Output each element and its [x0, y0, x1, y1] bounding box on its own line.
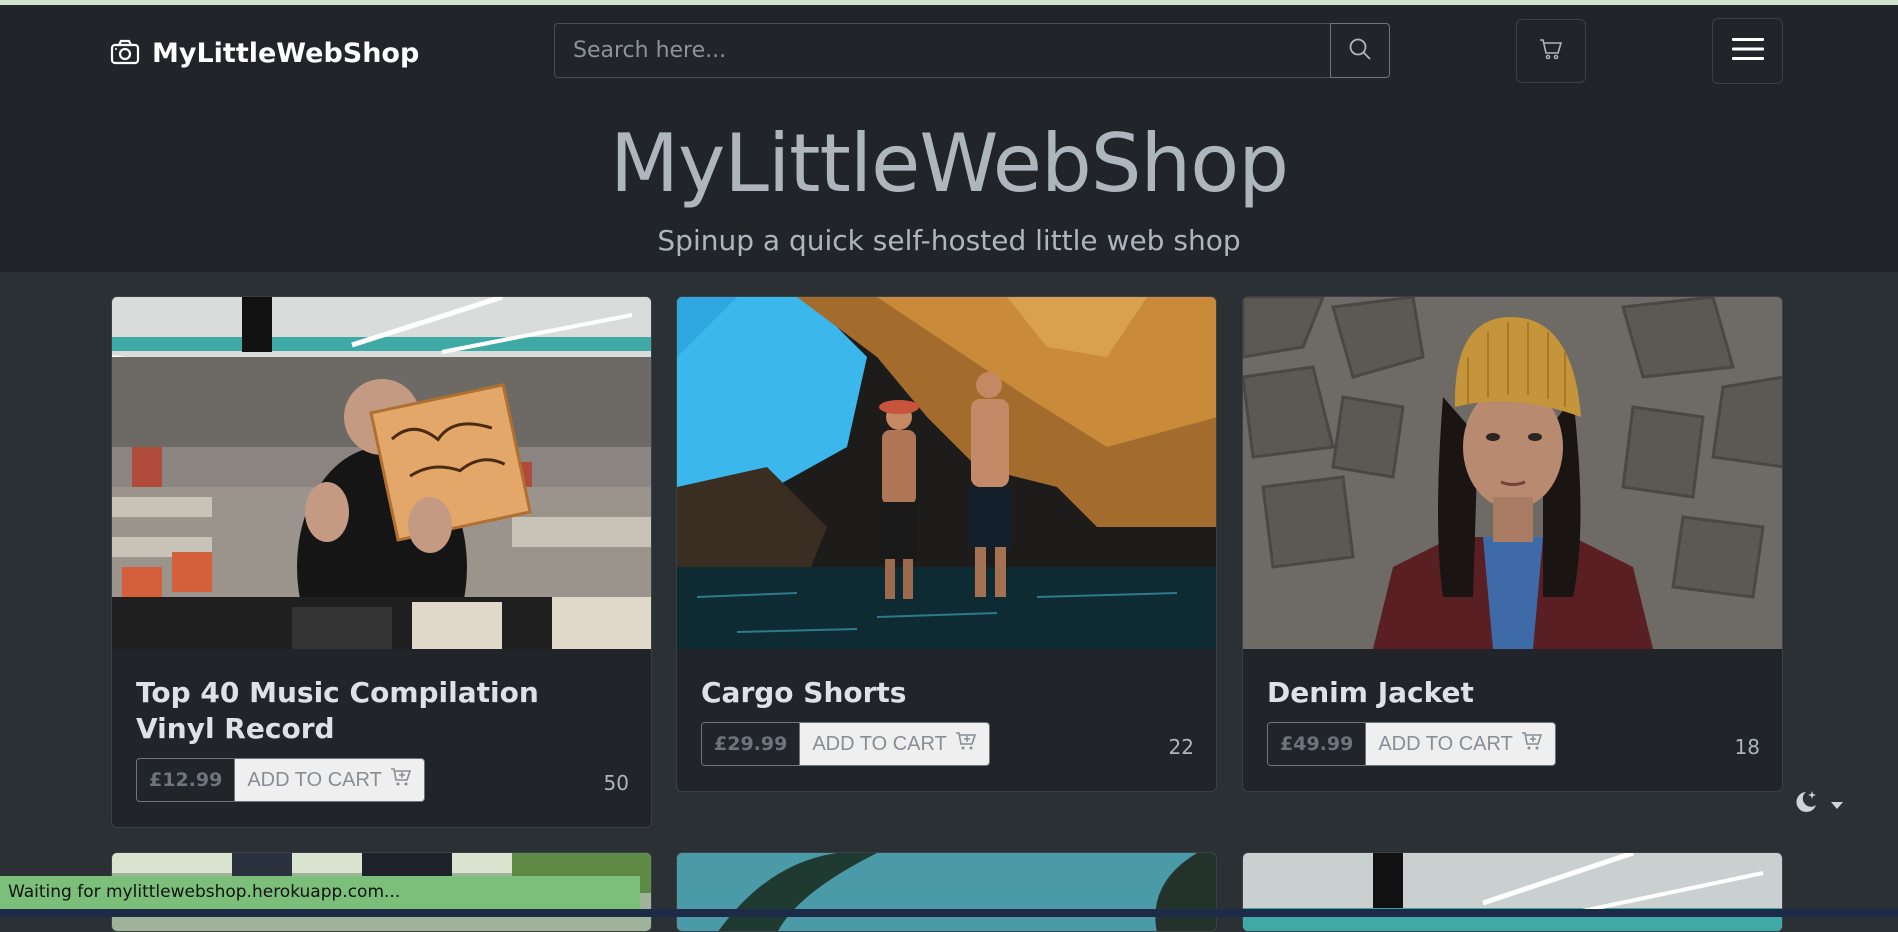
add-to-cart-label: ADD TO CART: [812, 732, 947, 755]
hero-title: MyLittleWebShop: [610, 117, 1289, 210]
brand-link[interactable]: MyLittleWebShop: [110, 38, 419, 69]
navbar: MyLittleWebShop: [0, 5, 1898, 98]
caret-down-icon: [1830, 795, 1844, 814]
cart-plus-icon: [1521, 731, 1543, 757]
add-to-cart-button[interactable]: ADD TO CART: [235, 758, 425, 802]
product-image[interactable]: [677, 853, 1216, 931]
cart-plus-icon: [955, 731, 977, 757]
product-title: Cargo Shorts: [701, 676, 907, 709]
stock-count: 50: [603, 771, 629, 795]
add-to-cart-button[interactable]: ADD TO CART: [1366, 722, 1556, 766]
product-card: Cargo Shorts £29.99 ADD TO CART 22: [676, 296, 1217, 792]
price-label: £49.99: [1267, 722, 1367, 766]
product-title: Top 40 Music Compilation Vinyl Record: [136, 676, 539, 745]
taskbar-edge: [0, 909, 1898, 917]
product-image[interactable]: [1243, 297, 1782, 649]
stock-count: 18: [1734, 735, 1760, 759]
camera-icon: [110, 39, 140, 69]
hamburger-menu-icon: [1731, 36, 1764, 66]
add-to-cart-button[interactable]: ADD TO CART: [800, 722, 990, 766]
product-card: Denim Jacket £49.99 ADD TO CART 18: [1242, 296, 1783, 792]
cart-button-group: £49.99 ADD TO CART: [1267, 722, 1556, 766]
product-image[interactable]: [677, 297, 1216, 649]
search-icon: [1348, 37, 1372, 64]
cart-button[interactable]: [1516, 19, 1586, 83]
search-form: [554, 23, 1390, 78]
product-image[interactable]: [112, 297, 651, 649]
product-image[interactable]: [1243, 853, 1782, 931]
price-label: £12.99: [136, 758, 236, 802]
search-input[interactable]: [554, 23, 1330, 78]
search-button[interactable]: [1330, 23, 1390, 78]
cart-button-group: £12.99 ADD TO CART: [136, 758, 425, 802]
cart-plus-icon: [390, 767, 412, 793]
hero-subtitle: Spinup a quick self-hosted little web sh…: [657, 224, 1241, 257]
theme-toggle[interactable]: [1792, 788, 1844, 820]
product-card: [1242, 852, 1783, 932]
add-to-cart-label: ADD TO CART: [1378, 732, 1513, 755]
add-to-cart-label: ADD TO CART: [247, 768, 382, 791]
moon-stars-icon: [1792, 788, 1820, 820]
menu-toggle-button[interactable]: [1712, 18, 1783, 84]
product-card: Top 40 Music Compilation Vinyl Record £1…: [111, 296, 652, 828]
product-title: Denim Jacket: [1267, 676, 1474, 709]
stock-count: 22: [1168, 735, 1194, 759]
product-card: [676, 852, 1217, 932]
cart-button-group: £29.99 ADD TO CART: [701, 722, 990, 766]
brand-name: MyLittleWebShop: [152, 38, 420, 69]
cart-icon: [1539, 38, 1563, 64]
price-label: £29.99: [701, 722, 801, 766]
hero: MyLittleWebShop Spinup a quick self-host…: [0, 98, 1898, 272]
browser-status-bar: Waiting for mylittlewebshop.herokuapp.co…: [0, 876, 640, 909]
